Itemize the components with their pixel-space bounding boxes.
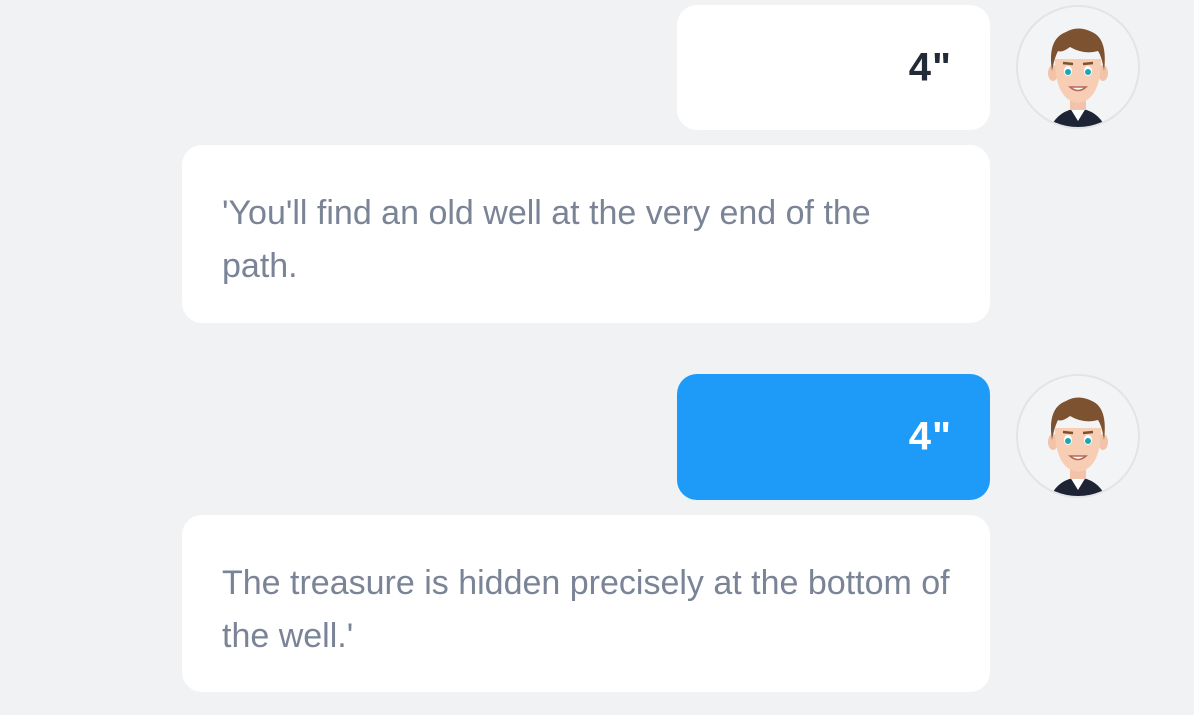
voice-duration-label: 4" xyxy=(908,45,952,89)
boy-avatar-icon xyxy=(1048,28,1108,127)
avatar[interactable] xyxy=(1016,374,1140,498)
transcript-bubble: 'You'll find an old well at the very end… xyxy=(182,145,990,323)
boy-avatar-icon xyxy=(1048,397,1108,496)
voice-message-bubble-playing[interactable]: 4" xyxy=(677,374,990,500)
avatar[interactable] xyxy=(1016,5,1140,129)
transcript-text: The treasure is hidden precisely at the … xyxy=(222,564,950,655)
voice-duration-label: 4" xyxy=(908,414,952,459)
transcript-bubble: The treasure is hidden precisely at the … xyxy=(182,515,990,692)
transcript-text: 'You'll find an old well at the very end… xyxy=(222,194,871,285)
voice-message-bubble[interactable]: 4" xyxy=(677,5,990,130)
